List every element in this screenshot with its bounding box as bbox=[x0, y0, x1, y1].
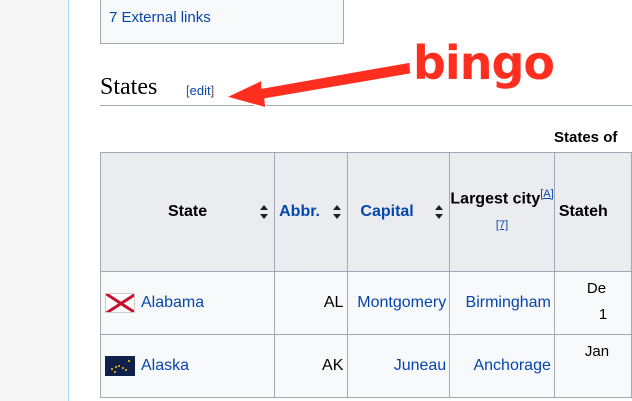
cell-statehood: Jan bbox=[553, 334, 632, 398]
cell-state: Alabama bbox=[99, 271, 276, 335]
header-capital[interactable]: Capital bbox=[347, 152, 451, 272]
edit-section: [edit] bbox=[186, 83, 215, 98]
citation-a-link[interactable]: [A] bbox=[540, 188, 553, 200]
sort-icon[interactable] bbox=[260, 205, 269, 219]
cell-capital: Montgomery bbox=[347, 271, 451, 335]
cell-abbr: AL bbox=[274, 271, 349, 335]
state-link[interactable]: Alabama bbox=[141, 294, 204, 312]
toc-item-external-links[interactable]: 7 External links bbox=[109, 9, 211, 26]
capital-link[interactable]: Montgomery bbox=[357, 294, 446, 312]
edit-link[interactable]: edit bbox=[190, 83, 211, 98]
table-header-row: State Abbr. Capital Largest city[A] [7] S… bbox=[99, 152, 632, 272]
largest-city-link[interactable]: Anchorage bbox=[473, 357, 550, 375]
cell-largest-city: Birmingham bbox=[449, 271, 555, 335]
state-link[interactable]: Alaska bbox=[141, 357, 189, 375]
header-statehood[interactable]: Stateh bbox=[553, 152, 632, 272]
header-largest-city[interactable]: Largest city[A] [7] bbox=[449, 152, 555, 272]
states-table: State Abbr. Capital Largest city[A] [7] S… bbox=[99, 152, 632, 398]
annotation-text: bingo bbox=[413, 36, 555, 90]
table-row: Alaska AK Juneau Anchorage Jan bbox=[99, 334, 632, 398]
cell-state: Alaska bbox=[99, 334, 276, 398]
table-row: Alabama AL Montgomery Birmingham De 1 bbox=[99, 271, 632, 335]
table-of-contents: 7 External links bbox=[100, 0, 344, 44]
sort-icon[interactable] bbox=[435, 205, 444, 219]
alaska-flag-icon[interactable] bbox=[105, 356, 135, 376]
cell-largest-city: Anchorage bbox=[449, 334, 555, 398]
citation-7-link[interactable]: [7] bbox=[496, 219, 508, 231]
cell-capital: Juneau bbox=[347, 334, 451, 398]
largest-city-label: Largest city bbox=[450, 190, 541, 207]
capital-link[interactable]: Juneau bbox=[394, 357, 447, 375]
header-abbr[interactable]: Abbr. bbox=[274, 152, 349, 272]
cell-statehood: De 1 bbox=[553, 271, 632, 335]
alabama-flag-icon[interactable] bbox=[105, 293, 135, 313]
sort-icon[interactable] bbox=[333, 205, 342, 219]
table-caption: States of bbox=[554, 129, 618, 146]
cell-abbr: AK bbox=[274, 334, 349, 398]
header-state[interactable]: State bbox=[99, 152, 276, 272]
largest-city-link[interactable]: Birmingham bbox=[466, 294, 551, 312]
section-title: States bbox=[100, 74, 158, 100]
